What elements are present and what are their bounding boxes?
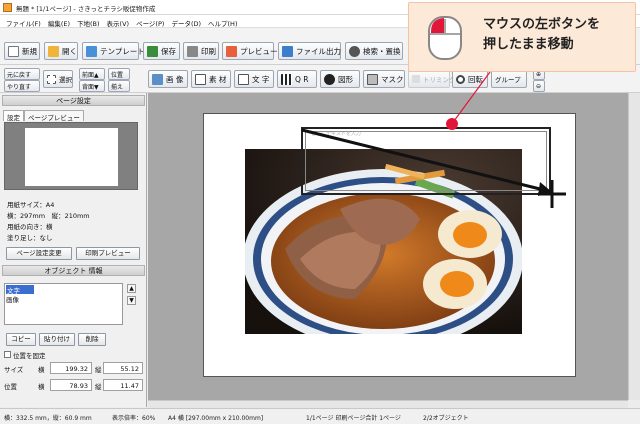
callout-text: マウスの左ボタンを 押したまま移動 xyxy=(483,15,600,55)
callout-line-2: 押したまま移動 xyxy=(483,37,574,52)
callout-pointer-dot xyxy=(446,118,458,130)
zoom-level: 表示倍率：60% xyxy=(112,415,156,422)
object-count: 2/2オブジェクト xyxy=(423,415,469,422)
callout-line-1: マウスの左ボタンを xyxy=(483,17,601,32)
drag-arrow-line xyxy=(301,128,541,191)
cursor-position: 横：332.5 mm，縦：60.9 mm xyxy=(4,415,92,422)
callout-pointer-line xyxy=(453,71,491,122)
paper-info: A4 横 [297.00mm x 210.00mm] xyxy=(168,415,264,422)
mouse-left-click-icon xyxy=(428,16,462,60)
page-count: 1/1ページ 印刷ページ合計 1ページ xyxy=(306,415,401,422)
instruction-callout: マウスの左ボタンを 押したまま移動 xyxy=(408,2,636,72)
status-bar: 横：332.5 mm，縦：60.9 mm 表示倍率：60% A4 横 [297.… xyxy=(0,408,640,424)
